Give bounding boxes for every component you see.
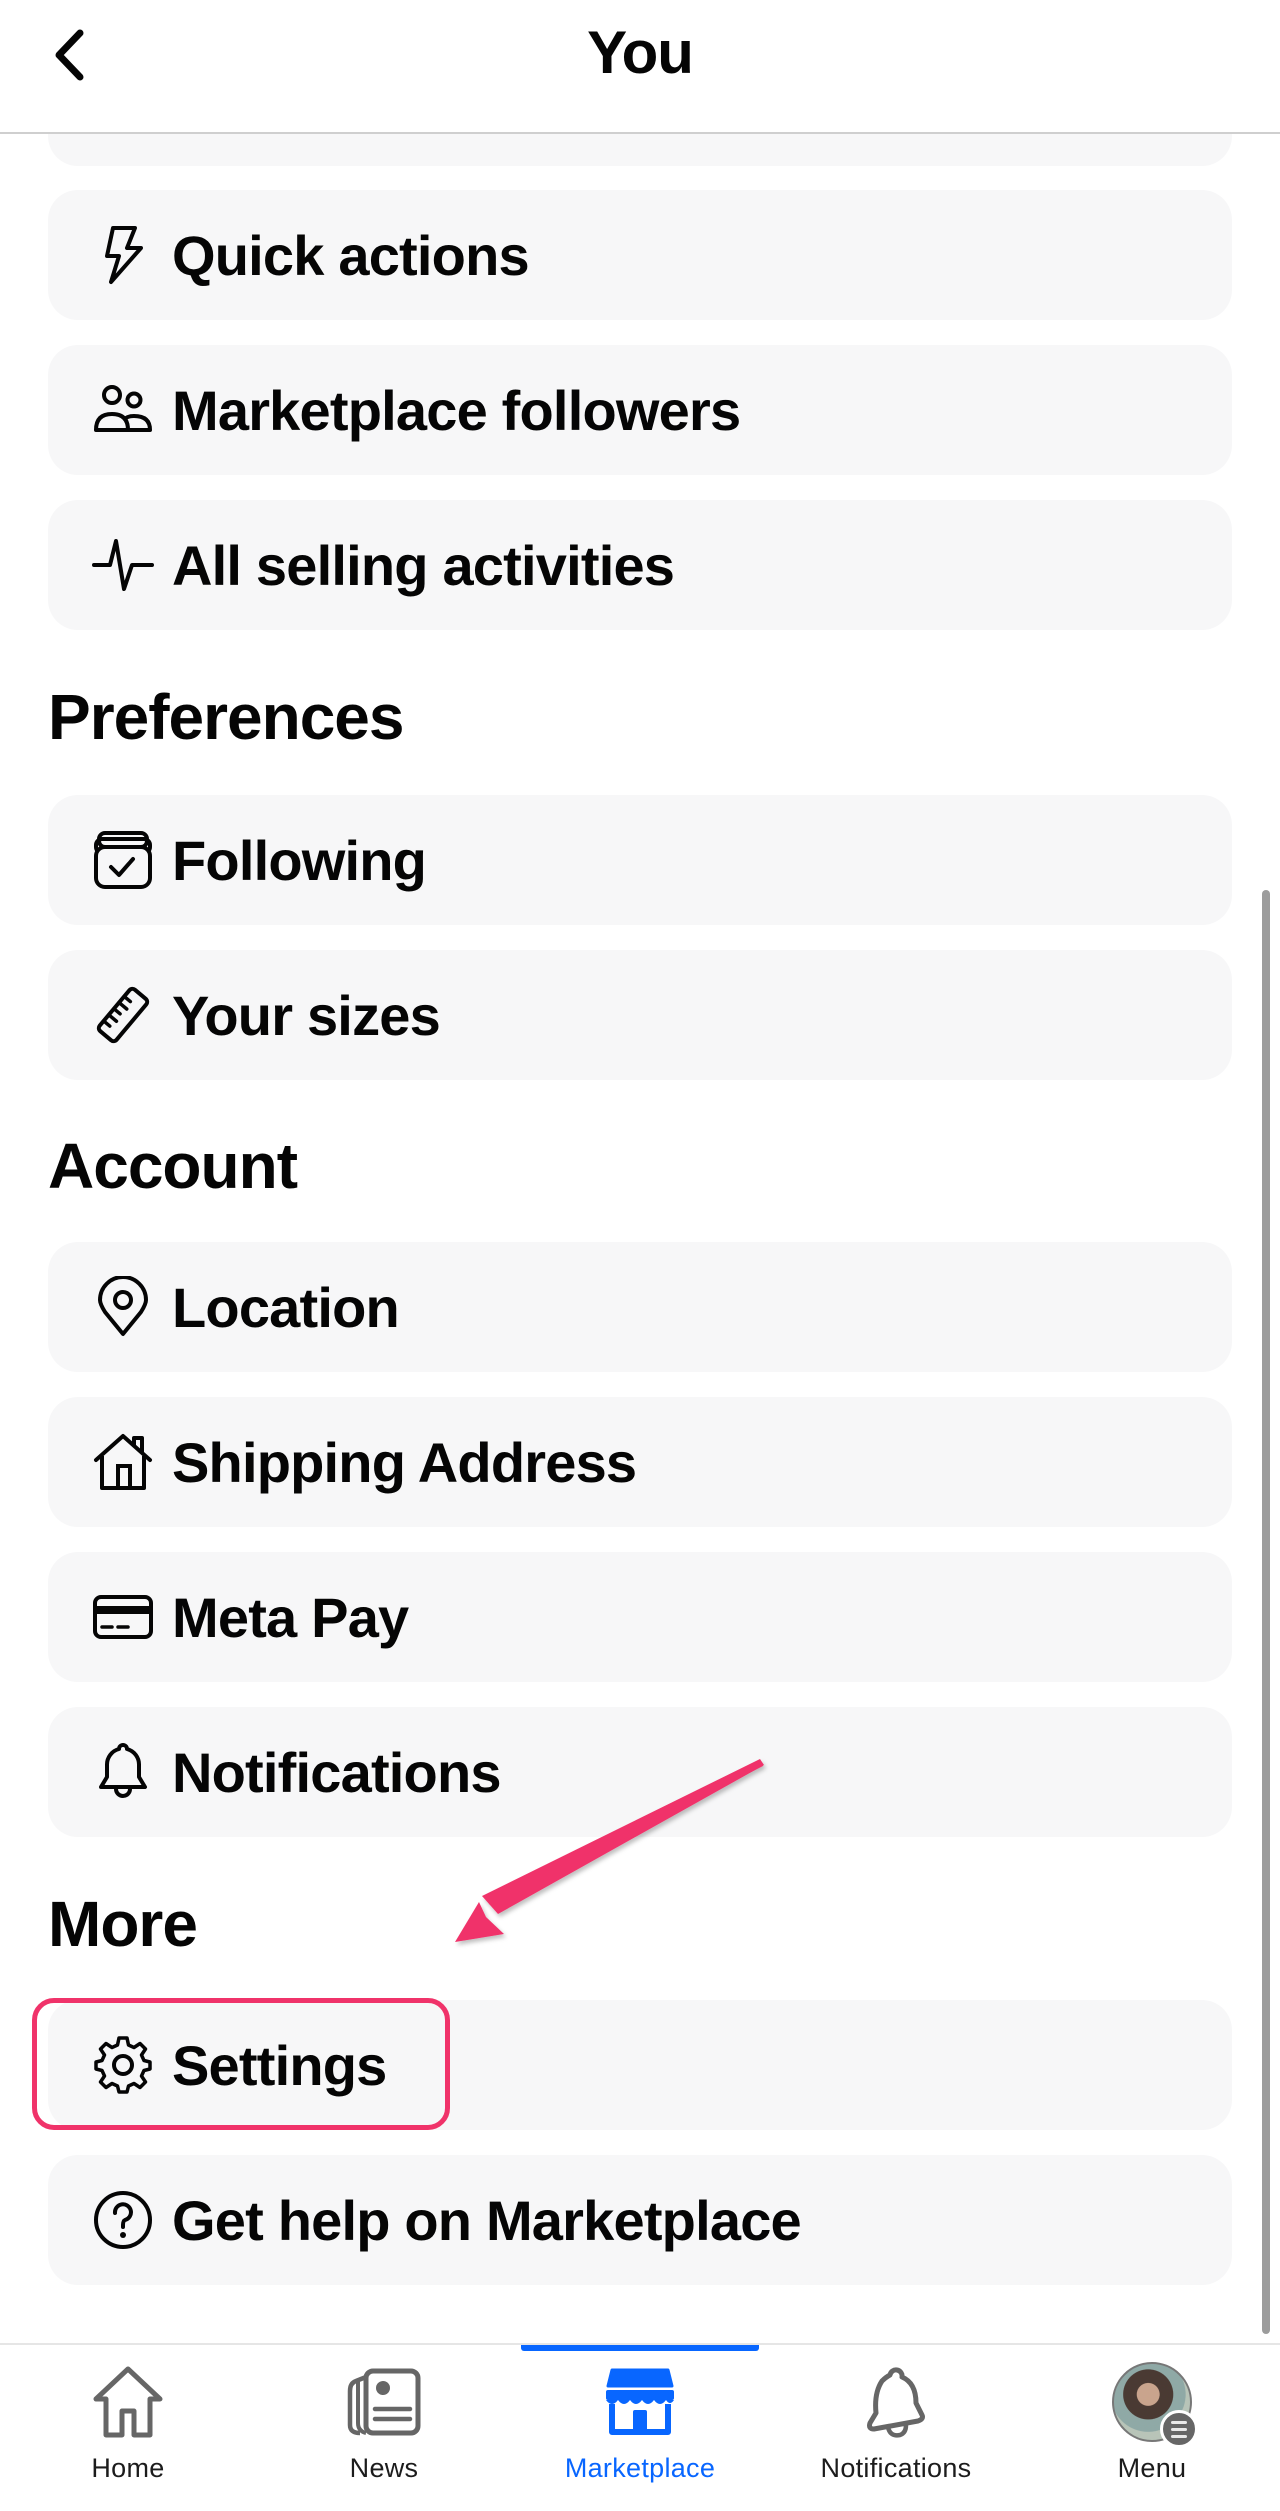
menu-item-following[interactable]: Following <box>48 795 1232 925</box>
location-pin-icon <box>92 1276 154 1338</box>
box-check-icon <box>92 829 154 891</box>
menu-item-marketplace-followers[interactable]: Marketplace followers <box>48 345 1232 475</box>
menu-item-label: Notifications <box>172 1740 502 1804</box>
menu-hamburger-icon <box>1160 2410 1198 2448</box>
nav-tab-news[interactable]: News <box>256 2345 512 2511</box>
menu-item-label: Your sizes <box>172 983 441 1047</box>
lightning-icon <box>92 224 154 286</box>
people-icon <box>92 379 154 441</box>
menu-item-location[interactable]: Location <box>48 1242 1232 1372</box>
menu-item-label: Location <box>172 1275 400 1339</box>
menu-item-label: Shipping Address <box>172 1430 637 1494</box>
menu-item-all-selling-activities[interactable]: All selling activities <box>48 500 1232 630</box>
menu-item-meta-pay[interactable]: Meta Pay <box>48 1552 1232 1682</box>
avatar-menu-icon <box>1107 2362 1198 2448</box>
gear-icon <box>92 2034 154 2096</box>
storefront-icon <box>595 2363 685 2441</box>
nav-tab-home[interactable]: Home <box>0 2345 256 2511</box>
bottom-nav: Home News Marketplace Notifications Menu <box>0 2343 1280 2511</box>
nav-tab-menu[interactable]: Menu <box>1024 2345 1280 2511</box>
home-icon <box>83 2363 173 2441</box>
menu-item-label: Settings <box>172 2033 387 2097</box>
newspaper-icon <box>339 2363 429 2441</box>
menu-item-label: Marketplace followers <box>172 378 741 442</box>
section-heading-preferences: Preferences <box>48 681 404 753</box>
bell-icon <box>851 2363 941 2441</box>
nav-label: News <box>349 2453 419 2483</box>
menu-item-shipping-address[interactable]: Shipping Address <box>48 1397 1232 1527</box>
scrollbar-thumb[interactable] <box>1262 890 1270 2334</box>
nav-tab-marketplace[interactable]: Marketplace <box>512 2345 768 2511</box>
activity-pulse-icon <box>92 534 154 596</box>
page-title: You <box>587 19 694 86</box>
nav-label: Marketplace <box>564 2453 716 2483</box>
section-heading-account: Account <box>48 1130 298 1202</box>
arrow-head <box>455 1902 504 1942</box>
menu-item-quick-actions[interactable]: Quick actions <box>48 190 1232 320</box>
top-bar: You <box>0 0 1280 134</box>
menu-item-your-sizes[interactable]: Your sizes <box>48 950 1232 1080</box>
credit-card-icon <box>92 1586 154 1648</box>
scroll-content[interactable]: Quick actions Marketplace followers All … <box>0 0 1280 2344</box>
ruler-icon <box>92 984 154 1046</box>
menu-item-label: All selling activities <box>172 533 675 597</box>
nav-label: Notifications <box>820 2453 972 2483</box>
menu-item-label: Meta Pay <box>172 1585 409 1649</box>
help-circle-icon <box>92 2189 154 2251</box>
menu-item-label: Get help on Marketplace <box>172 2188 802 2252</box>
nav-label: Home <box>91 2453 165 2483</box>
menu-item-get-help[interactable]: Get help on Marketplace <box>48 2155 1232 2285</box>
menu-item-label: Following <box>172 828 427 892</box>
nav-label: Menu <box>1117 2453 1187 2483</box>
menu-item-label: Quick actions <box>172 223 530 287</box>
bell-icon <box>92 1741 154 1803</box>
house-icon <box>92 1431 154 1493</box>
menu-item-notifications[interactable]: Notifications <box>48 1707 1232 1837</box>
avatar <box>1112 2362 1198 2448</box>
section-heading-more: More <box>48 1888 198 1960</box>
menu-item-settings[interactable]: Settings <box>48 2000 1232 2130</box>
nav-tab-notifications[interactable]: Notifications <box>768 2345 1024 2511</box>
